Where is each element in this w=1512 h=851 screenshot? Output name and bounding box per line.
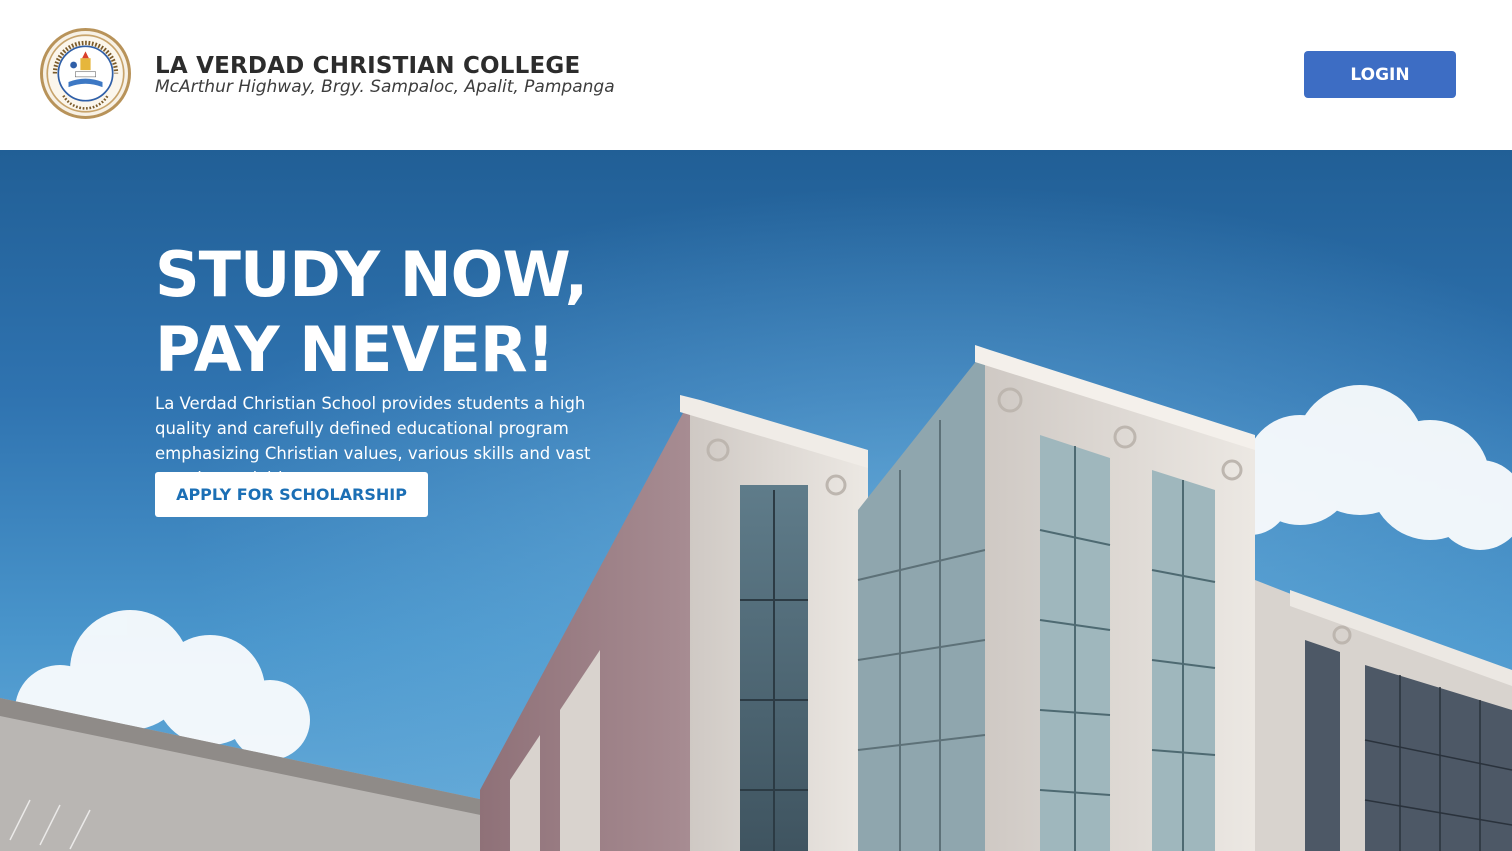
school-seal-logo-icon[interactable]	[40, 28, 131, 119]
hero-headline-line-2: PAY NEVER!	[155, 313, 555, 386]
hero-headline: STUDY NOW, PAY NEVER!	[155, 237, 588, 387]
hero-banner: STUDY NOW, PAY NEVER! La Verdad Christia…	[0, 150, 1512, 851]
site-header: LA VERDAD CHRISTIAN COLLEGE McArthur Hig…	[0, 0, 1512, 150]
login-button[interactable]: LOGIN	[1304, 51, 1456, 98]
apply-for-scholarship-button[interactable]: APPLY FOR SCHOLARSHIP	[155, 472, 428, 517]
college-address: McArthur Highway, Brgy. Sampaloc, Apalit…	[155, 77, 615, 97]
college-name-title: LA VERDAD CHRISTIAN COLLEGE	[155, 53, 581, 79]
hero-headline-line-1: STUDY NOW,	[155, 238, 588, 311]
